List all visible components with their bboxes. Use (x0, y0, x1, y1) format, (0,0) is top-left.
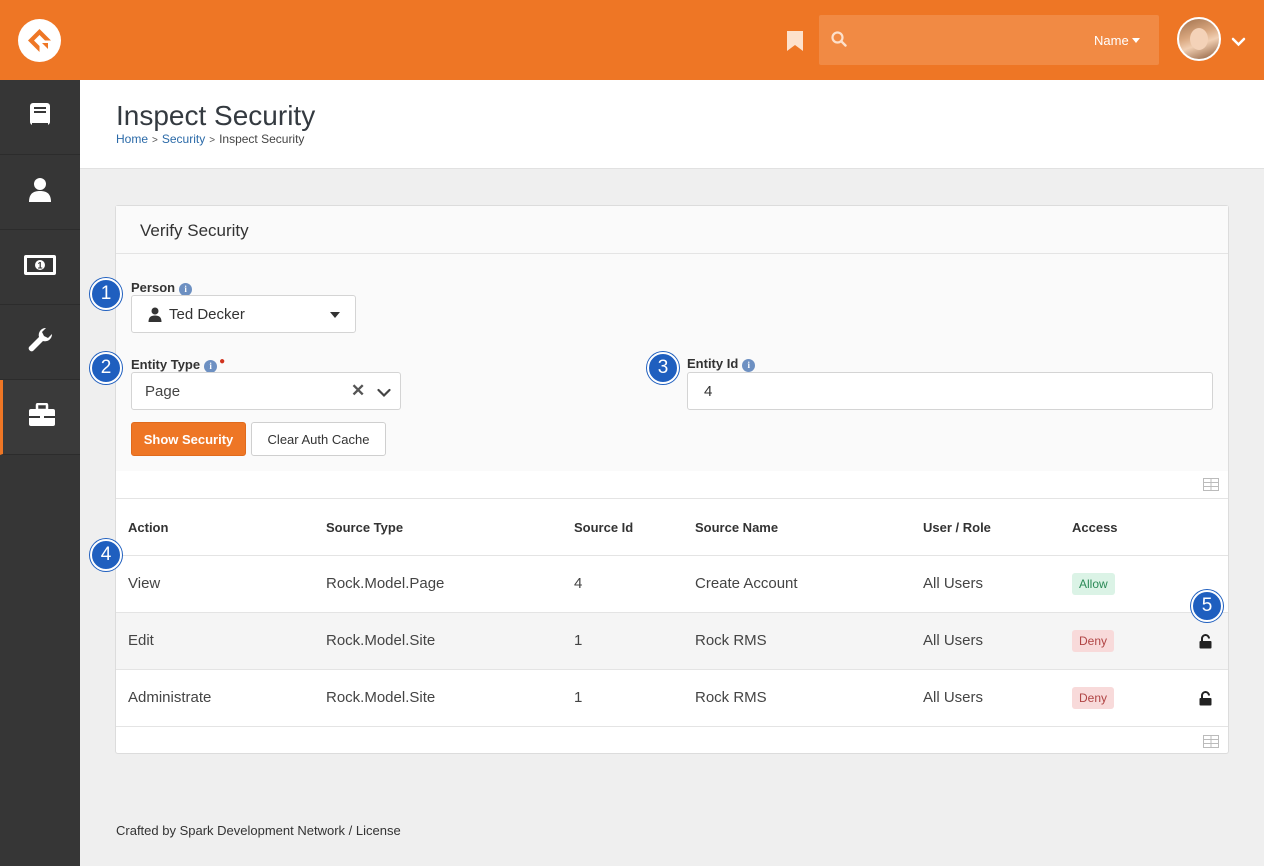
page-header: Inspect Security Home > Security > Inspect S… (80, 80, 1264, 169)
person-icon (28, 177, 52, 208)
cell-source-id: 4 (574, 575, 583, 592)
page-title: Inspect Security (116, 100, 316, 131)
cell-source-name: Rock RMS (695, 689, 767, 706)
breadcrumb-current: Inspect Security (219, 132, 305, 146)
search-input[interactable] (859, 25, 1079, 55)
cell-source-id: 1 (574, 689, 583, 706)
search-icon (831, 31, 847, 52)
table-row[interactable]: View Rock.Model.Page 4 Create Account Al… (116, 556, 1228, 613)
grid-options-icon[interactable] (1203, 735, 1219, 753)
callout-5: 5 (1191, 590, 1223, 622)
entity-type-value: Page (145, 383, 181, 400)
cell-user-role: All Users (923, 632, 984, 649)
entity-type-label-text: Entity Type (131, 357, 201, 372)
avatar-face (1190, 28, 1208, 50)
callout-3: 3 (647, 352, 679, 384)
cell-user-role: All Users (923, 575, 984, 592)
callout-1: 1 (90, 278, 122, 310)
column-header-source-type[interactable]: Source Type (326, 520, 403, 535)
panel-heading: Verify Security (116, 206, 1228, 254)
cell-action: Administrate (128, 689, 212, 706)
entity-type-select[interactable]: Page ✕ (131, 372, 401, 410)
breadcrumb-home[interactable]: Home (116, 132, 148, 146)
sidebar-item-finance[interactable]: 1 (0, 230, 80, 305)
breadcrumb: Home > Security > Inspect Security (116, 132, 304, 146)
person-icon (148, 307, 162, 327)
cell-source-type: Rock.Model.Page (326, 575, 445, 592)
briefcase-icon (28, 402, 56, 432)
table-row[interactable]: Edit Rock.Model.Site 1 Rock RMS All User… (116, 613, 1228, 670)
table-row[interactable]: Administrate Rock.Model.Site 1 Rock RMS … (116, 670, 1228, 727)
wrench-icon (26, 326, 54, 359)
cell-source-id: 1 (574, 632, 583, 649)
entity-id-label: Entity Id i (687, 356, 756, 372)
entity-id-input[interactable] (687, 372, 1213, 410)
verify-security-panel: Verify Security Person i Ted Decker Entit… (115, 205, 1229, 754)
required-indicator: ● (219, 356, 226, 367)
money-icon: 1 (23, 254, 57, 281)
cell-source-name: Rock RMS (695, 632, 767, 649)
sidebar-item-people[interactable] (0, 155, 80, 230)
show-security-button[interactable]: Show Security (131, 422, 246, 456)
book-icon (29, 102, 51, 133)
column-header-source-id[interactable]: Source Id (574, 520, 633, 535)
table-footer (116, 727, 1228, 753)
person-label-text: Person (131, 280, 176, 295)
panel-title: Verify Security (140, 221, 249, 240)
unlock-icon[interactable] (1199, 691, 1212, 711)
callout-4: 4 (90, 539, 122, 571)
chevron-down-icon[interactable] (377, 385, 391, 403)
avatar[interactable] (1177, 17, 1221, 61)
entity-type-label: Entity Type i ● (131, 356, 225, 373)
cell-source-type: Rock.Model.Site (326, 632, 436, 649)
column-header-access[interactable]: Access (1072, 520, 1118, 535)
chevron-right-icon: > (152, 135, 158, 146)
access-badge: Deny (1072, 687, 1115, 709)
column-header-action[interactable]: Action (128, 520, 168, 535)
column-header-source-name[interactable]: Source Name (695, 520, 778, 535)
unlock-icon[interactable] (1199, 634, 1212, 654)
footer-text: Crafted by Spark Development Network / L… (116, 823, 401, 838)
cell-source-type: Rock.Model.Site (326, 689, 436, 706)
cell-source-name: Create Account (695, 575, 798, 592)
caret-down-icon (1131, 38, 1140, 43)
access-badge: Deny (1072, 630, 1115, 652)
rock-logo-icon[interactable] (18, 19, 61, 62)
info-icon[interactable]: i (742, 359, 756, 372)
sidebar: 1 (0, 80, 80, 866)
search-filter-dropdown[interactable]: Name (1094, 33, 1140, 48)
breadcrumb-security[interactable]: Security (162, 132, 205, 146)
person-picker[interactable]: Ted Decker (131, 295, 356, 333)
search-box: Name (819, 15, 1159, 65)
svg-text:1: 1 (37, 260, 42, 270)
sidebar-item-tools[interactable] (0, 305, 80, 380)
chevron-down-icon[interactable] (1231, 34, 1246, 52)
person-label: Person i (131, 280, 193, 296)
cell-action: View (128, 575, 161, 592)
chevron-right-icon: > (209, 135, 216, 146)
clear-auth-cache-button[interactable]: Clear Auth Cache (251, 422, 386, 456)
grid-options-icon[interactable] (1203, 478, 1219, 496)
top-bar: Name (0, 0, 1264, 80)
clear-icon[interactable]: ✕ (351, 381, 365, 401)
table-header: Action Source Type Source Id Source Name… (116, 498, 1228, 556)
sidebar-item-content[interactable] (0, 80, 80, 155)
bookmark-icon[interactable] (786, 30, 804, 52)
callout-2: 2 (90, 352, 122, 384)
sidebar-item-admin[interactable] (0, 380, 80, 455)
caret-down-icon (330, 312, 340, 318)
search-filter-label: Name (1094, 33, 1129, 48)
cell-action: Edit (128, 632, 154, 649)
person-picker-value: Ted Decker (169, 306, 245, 323)
entity-id-label-text: Entity Id (687, 356, 739, 371)
column-header-user-role[interactable]: User / Role (923, 520, 991, 535)
access-badge: Allow (1072, 573, 1115, 595)
cell-user-role: All Users (923, 689, 984, 706)
